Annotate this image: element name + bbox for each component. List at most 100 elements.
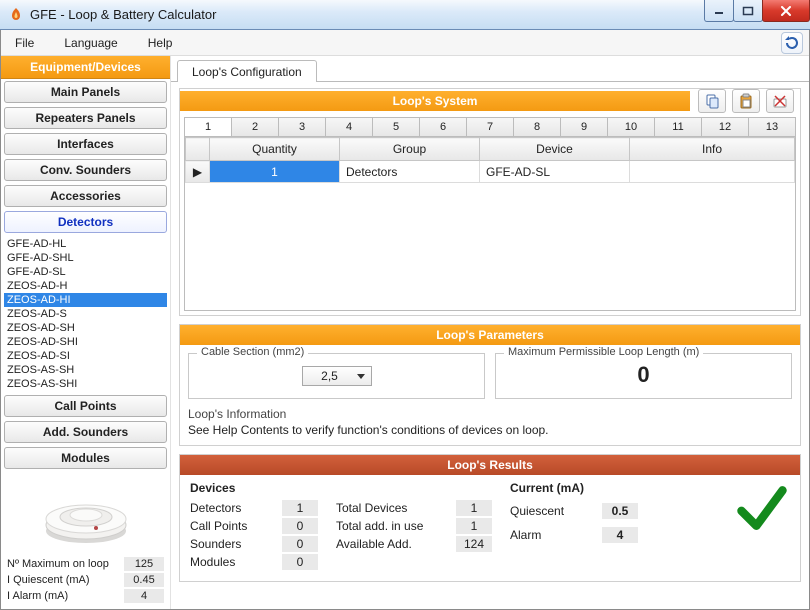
menu-file[interactable]: File xyxy=(7,34,42,52)
col-device[interactable]: Device xyxy=(480,138,630,161)
value: 1 xyxy=(282,500,318,516)
label: Quiescent xyxy=(510,504,592,518)
loop-info-label: Loop's Information xyxy=(188,407,792,421)
loop-tab[interactable]: 1 xyxy=(184,117,232,136)
spec-value: 4 xyxy=(124,589,164,603)
loop-tab[interactable]: 8 xyxy=(513,117,561,136)
detector-item[interactable]: ZEOS-AD-H xyxy=(4,279,167,293)
fieldset-cable-section: Cable Section (mm2) 2,5 xyxy=(188,353,485,399)
results-devices: Devices Detectors1 Call Points0 Sounders… xyxy=(190,481,318,571)
spec-value: 125 xyxy=(124,557,164,571)
maximize-icon xyxy=(742,6,754,16)
app-icon xyxy=(8,7,24,23)
devices-grid[interactable]: Quantity Group Device Info ▶ 1 xyxy=(184,136,796,311)
col-quantity[interactable]: Quantity xyxy=(210,138,340,161)
sidebar-modules[interactable]: Modules xyxy=(4,447,167,469)
loop-tab[interactable]: 2 xyxy=(231,117,279,136)
copy-icon xyxy=(704,93,720,109)
tab-loop-configuration[interactable]: Loop's Configuration xyxy=(177,60,317,82)
sidebar: Equipment/Devices Main Panels Repeaters … xyxy=(1,56,171,609)
row-indicator-icon: ▶ xyxy=(186,161,210,183)
detector-item[interactable]: ZEOS-AD-SI xyxy=(4,349,167,363)
loop-length-label: Maximum Permissible Loop Length (m) xyxy=(504,346,703,358)
status-ok-icon xyxy=(734,481,790,540)
panel-loops-parameters: Loop's Parameters Cable Section (mm2) 2,… xyxy=(179,324,801,446)
window-close-button[interactable] xyxy=(762,0,810,22)
grid-corner xyxy=(186,138,210,161)
label: Modules xyxy=(190,555,272,569)
refresh-button[interactable] xyxy=(781,32,803,54)
grid-row[interactable]: ▶ 1 Detectors GFE-AD-SL xyxy=(186,161,795,183)
clear-icon xyxy=(772,93,788,109)
sidebar-interfaces[interactable]: Interfaces xyxy=(4,133,167,155)
detector-item[interactable]: GFE-AD-SHL xyxy=(4,251,167,265)
detector-item[interactable]: ZEOS-AS-SH xyxy=(4,363,167,377)
menu-language[interactable]: Language xyxy=(56,34,125,52)
cell-device[interactable]: GFE-AD-SL xyxy=(480,161,630,183)
detector-item-selected[interactable]: ZEOS-AD-HI xyxy=(4,293,167,307)
label: Available Add. xyxy=(336,537,446,551)
sidebar-conv-sounders[interactable]: Conv. Sounders xyxy=(4,159,167,181)
results-totals: . Total Devices1 Total add. in use1 Avai… xyxy=(336,481,492,553)
col-info[interactable]: Info xyxy=(630,138,795,161)
loop-information: Loop's Information See Help Contents to … xyxy=(180,407,800,445)
loop-tab[interactable]: 3 xyxy=(278,117,326,136)
label: Detectors xyxy=(190,501,272,515)
col-group[interactable]: Group xyxy=(340,138,480,161)
spec-value: 0.45 xyxy=(124,573,164,587)
sidebar-accessories[interactable]: Accessories xyxy=(4,185,167,207)
value: 0 xyxy=(282,536,318,552)
loop-tab[interactable]: 5 xyxy=(372,117,420,136)
label: Total Devices xyxy=(336,501,446,515)
value: 4 xyxy=(602,527,638,543)
cell-info[interactable] xyxy=(630,161,795,183)
label: Alarm xyxy=(510,528,592,542)
loop-tab[interactable]: 12 xyxy=(701,117,749,136)
cell-group[interactable]: Detectors xyxy=(340,161,480,183)
detector-item[interactable]: GFE-AD-HL xyxy=(4,237,167,251)
sidebar-detectors[interactable]: Detectors xyxy=(4,211,167,233)
sidebar-call-points[interactable]: Call Points xyxy=(4,395,167,417)
value: 124 xyxy=(456,536,492,552)
detector-item[interactable]: ZEOS-AS-SHI xyxy=(4,377,167,391)
loop-tab[interactable]: 7 xyxy=(466,117,514,136)
paste-icon xyxy=(738,93,754,109)
detector-item[interactable]: ZEOS-AD-SH xyxy=(4,321,167,335)
clear-button[interactable] xyxy=(766,89,794,113)
menu-help[interactable]: Help xyxy=(140,34,181,52)
loop-length-value: 0 xyxy=(506,360,781,388)
sidebar-footer: Nº Maximum on loop 125 I Quiescent (mA) … xyxy=(1,471,170,610)
sidebar-repeaters-panels[interactable]: Repeaters Panels xyxy=(4,107,167,129)
loop-tab[interactable]: 4 xyxy=(325,117,373,136)
panel-loops-results: Loop's Results Devices Detectors1 Call P… xyxy=(179,454,801,582)
spec-i-quiescent: I Quiescent (mA) 0.45 xyxy=(5,572,166,588)
refresh-icon xyxy=(784,35,800,51)
value: 1 xyxy=(456,518,492,534)
paste-button[interactable] xyxy=(732,89,760,113)
sidebar-add-sounders[interactable]: Add. Sounders xyxy=(4,421,167,443)
window-maximize-button[interactable] xyxy=(733,0,763,22)
product-image xyxy=(36,475,136,550)
sidebar-main-panels[interactable]: Main Panels xyxy=(4,81,167,103)
loop-info-text: See Help Contents to verify function's c… xyxy=(188,423,792,437)
panel-title-system: Loop's System xyxy=(180,91,690,111)
current-header: Current (mA) xyxy=(510,481,638,495)
window-minimize-button[interactable] xyxy=(704,0,734,22)
detector-item[interactable]: ZEOS-AD-S xyxy=(4,307,167,321)
loop-number-tabs: 1 2 3 4 5 6 7 8 9 10 11 12 13 xyxy=(180,113,800,136)
detector-item[interactable]: GFE-AD-SL xyxy=(4,265,167,279)
value: 1 xyxy=(456,500,492,516)
loop-tab[interactable]: 9 xyxy=(560,117,608,136)
window-title: GFE - Loop & Battery Calculator xyxy=(30,7,216,22)
copy-button[interactable] xyxy=(698,89,726,113)
cell-quantity[interactable]: 1 xyxy=(210,161,340,183)
loop-tab[interactable]: 13 xyxy=(748,117,796,136)
panel-title-parameters: Loop's Parameters xyxy=(180,325,800,345)
loop-tab[interactable]: 6 xyxy=(419,117,467,136)
detector-item[interactable]: ZEOS-AD-SHI xyxy=(4,335,167,349)
loop-tab[interactable]: 10 xyxy=(607,117,655,136)
cable-section-select[interactable]: 2,5 xyxy=(302,366,372,386)
minimize-icon xyxy=(713,6,725,16)
loop-tab[interactable]: 11 xyxy=(654,117,702,136)
results-current: Current (mA) Quiescent0.5 Alarm4 xyxy=(510,481,638,547)
